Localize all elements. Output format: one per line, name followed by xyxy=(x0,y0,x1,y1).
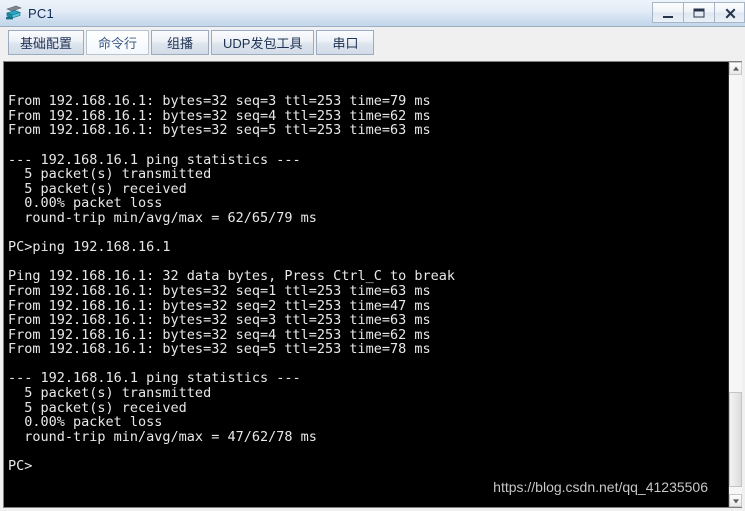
terminal-scrollbar[interactable] xyxy=(728,62,742,507)
terminal-line-list: From 192.168.16.1: bytes=32 seq=3 ttl=25… xyxy=(8,94,728,473)
pc-host-icon xyxy=(5,4,23,22)
tab-udp-tool[interactable]: UDP发包工具 xyxy=(211,30,315,55)
terminal-line: Ping 192.168.16.1: 32 data bytes, Press … xyxy=(8,268,456,285)
scroll-up-button[interactable] xyxy=(729,62,742,75)
watermark-text: https://blog.csdn.net/qq_41235506 xyxy=(493,479,708,496)
scroll-down-button[interactable] xyxy=(729,494,742,507)
terminal-output[interactable]: From 192.168.16.1: bytes=32 seq=3 ttl=25… xyxy=(4,62,728,507)
terminal-line: 5 packet(s) received xyxy=(8,180,187,197)
tab-label: 基础配置 xyxy=(20,36,73,51)
terminal-line: --- 192.168.16.1 ping statistics --- xyxy=(8,370,301,387)
tab-strip: 基础配置 命令行 组播 UDP发包工具 串口 xyxy=(0,27,745,57)
minimize-button[interactable] xyxy=(652,2,683,23)
terminal-line: round-trip min/avg/max = 62/65/79 ms xyxy=(8,209,317,226)
tab-label: 组播 xyxy=(167,36,194,51)
terminal-line: PC>ping 192.168.16.1 xyxy=(8,239,171,256)
minimize-icon xyxy=(663,15,673,18)
terminal-panel: From 192.168.16.1: bytes=32 seq=3 ttl=25… xyxy=(3,61,742,508)
tab-label: UDP发包工具 xyxy=(223,36,303,51)
title-bar: PC1 xyxy=(0,0,745,27)
terminal-line: round-trip min/avg/max = 47/62/78 ms xyxy=(8,428,317,445)
close-button[interactable] xyxy=(714,2,745,23)
terminal-line: 5 packet(s) transmitted xyxy=(8,166,212,183)
tab-serial-port[interactable]: 串口 xyxy=(316,30,375,55)
tab-basic-config[interactable]: 基础配置 xyxy=(8,30,85,55)
tab-multicast[interactable]: 组播 xyxy=(151,30,210,55)
chevron-up-icon xyxy=(732,66,739,71)
terminal-line: From 192.168.16.1: bytes=32 seq=4 ttl=25… xyxy=(8,107,431,124)
terminal-line: 5 packet(s) received xyxy=(8,399,187,416)
title-bar-left: PC1 xyxy=(0,4,54,22)
terminal-line: PC> xyxy=(8,458,33,475)
pc1-window: PC1 基础配置 命令行 组播 UDP发包工具 串口 From 192.168.… xyxy=(0,0,745,511)
chevron-down-icon xyxy=(732,498,739,503)
scrollbar-thumb[interactable] xyxy=(729,392,742,487)
terminal-line: 0.00% packet loss xyxy=(8,414,163,431)
terminal-line: From 192.168.16.1: bytes=32 seq=5 ttl=25… xyxy=(8,341,431,358)
tab-label: 命令行 xyxy=(98,36,138,51)
terminal-line: From 192.168.16.1: bytes=32 seq=3 ttl=25… xyxy=(8,93,431,110)
close-icon xyxy=(724,7,735,18)
terminal-line: --- 192.168.16.1 ping statistics --- xyxy=(8,151,301,168)
window-controls xyxy=(652,2,745,23)
window-title: PC1 xyxy=(28,5,54,21)
maximize-icon xyxy=(693,8,705,17)
terminal-line: 0.00% packet loss xyxy=(8,195,163,212)
tab-label: 串口 xyxy=(332,36,359,51)
maximize-button[interactable] xyxy=(683,2,714,23)
terminal-line: From 192.168.16.1: bytes=32 seq=5 ttl=25… xyxy=(8,122,431,139)
tab-command-line[interactable]: 命令行 xyxy=(86,30,150,55)
terminal-line: From 192.168.16.1: bytes=32 seq=2 ttl=25… xyxy=(8,297,431,314)
terminal-line: From 192.168.16.1: bytes=32 seq=4 ttl=25… xyxy=(8,326,431,343)
terminal-line: From 192.168.16.1: bytes=32 seq=3 ttl=25… xyxy=(8,312,431,329)
terminal-line: 5 packet(s) transmitted xyxy=(8,385,212,402)
terminal-line: From 192.168.16.1: bytes=32 seq=1 ttl=25… xyxy=(8,282,431,299)
